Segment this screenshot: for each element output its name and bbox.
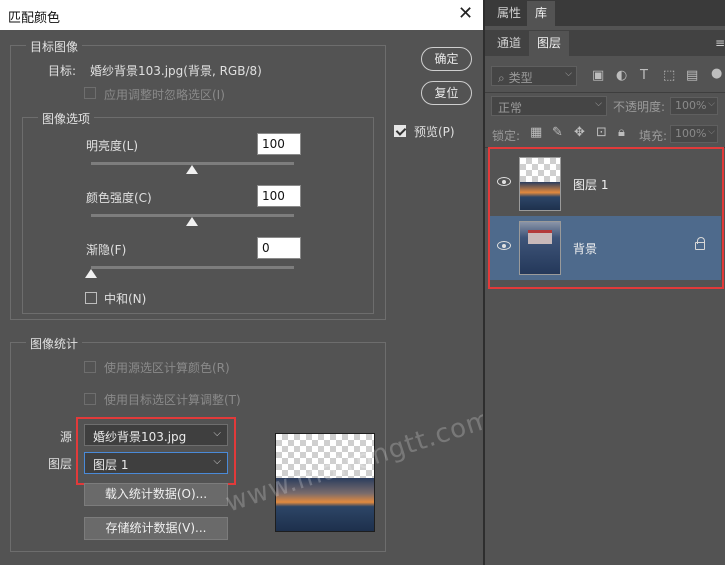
chevron-down-icon: ⌵ — [708, 127, 715, 137]
panel-top-tabbar: 属性 库 — [485, 0, 725, 26]
close-icon[interactable]: ✕ — [458, 4, 473, 24]
neutralize-checkbox[interactable] — [85, 292, 97, 304]
target-label: 目标: — [48, 64, 77, 78]
ignore-selection-label: 应用调整时忽略选区(I) — [104, 88, 225, 102]
fill-label: 填充: — [639, 129, 668, 143]
layer-label: 图层 — [48, 457, 73, 471]
target-value: 婚纱背景103.jpg(背景, RGB/8) — [90, 64, 262, 78]
fade-input[interactable]: 0 — [257, 237, 301, 259]
image-options-group-title: 图像选项 — [38, 110, 95, 127]
search-icon: ⌕ — [498, 71, 505, 85]
layers-panel: 属性 库 通道 图层 ≡ ⌕ 类型 ⌵ ▣ ◐ T ⬚ ▤ ● 正常 ⌵ 不透明… — [483, 0, 725, 565]
luminance-slider-thumb[interactable] — [186, 165, 198, 174]
layers-highlight-box — [488, 147, 724, 289]
image-statistics-group-title: 图像统计 — [26, 335, 83, 352]
match-color-dialog: 匹配颜色 ✕ 目标图像 目标: 婚纱背景103.jpg(背景, RGB/8) 应… — [0, 0, 496, 565]
source-label: 源 — [60, 430, 73, 444]
load-statistics-button[interactable]: 载入统计数据(O)... — [84, 483, 228, 506]
lock-transparent-icon[interactable]: ▦ — [530, 125, 542, 140]
divider — [485, 92, 725, 93]
reset-button[interactable]: 复位 — [421, 81, 472, 105]
type-filter-icon[interactable]: T — [640, 68, 648, 83]
lock-brush-icon[interactable]: ✎ — [552, 125, 563, 140]
target-image-group-title: 目标图像 — [26, 38, 83, 55]
use-source-selection-label: 使用源选区计算颜色(R) — [104, 361, 230, 375]
blend-mode-value: 正常 — [498, 101, 523, 115]
panel-layers-tabbar: 通道 图层 ≡ — [485, 30, 725, 56]
ok-button[interactable]: 确定 — [421, 47, 472, 71]
opacity-label: 不透明度: — [613, 100, 666, 114]
blend-mode-select[interactable]: 正常 ⌵ — [491, 96, 607, 116]
fade-slider-thumb[interactable] — [85, 269, 97, 278]
lock-artboard-icon[interactable]: ⊡ — [596, 125, 607, 140]
ignore-selection-checkbox[interactable] — [84, 87, 96, 99]
tab-properties[interactable]: 属性 — [489, 1, 529, 25]
chevron-down-icon: ⌵ — [708, 99, 715, 109]
luminance-input[interactable]: 100 — [257, 133, 301, 155]
pixel-filter-icon[interactable]: ▣ — [592, 68, 604, 83]
chevron-down-icon: ⌵ — [595, 99, 602, 109]
color-intensity-label: 颜色强度(C) — [86, 191, 152, 205]
neutralize-label: 中和(N) — [104, 292, 147, 306]
lock-position-icon[interactable]: ✥ — [574, 125, 585, 140]
lock-all-icon[interactable]: 🔒︎ — [618, 125, 625, 140]
fill-value: 100% — [675, 127, 707, 140]
tab-channels[interactable]: 通道 — [489, 31, 529, 55]
dialog-title: 匹配颜色 — [8, 11, 61, 26]
use-target-selection-label: 使用目标选区计算调整(T) — [104, 393, 241, 407]
adjustment-filter-icon[interactable]: ◐ — [616, 68, 627, 83]
fade-label: 渐隐(F) — [86, 243, 127, 257]
source-highlight-box — [76, 417, 236, 485]
save-statistics-button[interactable]: 存储统计数据(V)... — [84, 517, 228, 540]
smart-object-filter-icon[interactable]: ▤ — [686, 68, 698, 83]
tab-layers[interactable]: 图层 — [529, 31, 570, 56]
filter-kind-select[interactable]: ⌕ 类型 ⌵ — [491, 66, 577, 86]
chevron-down-icon: ⌵ — [565, 69, 572, 79]
panel-menu-icon[interactable]: ≡ — [715, 36, 725, 50]
lock-label: 锁定: — [492, 129, 521, 143]
fade-slider-track[interactable] — [91, 266, 294, 269]
shape-filter-icon[interactable]: ⬚ — [663, 68, 675, 83]
tab-libraries[interactable]: 库 — [527, 1, 556, 26]
luminance-label: 明亮度(L) — [86, 139, 139, 153]
preview-checkbox[interactable] — [394, 125, 406, 137]
filter-kind-value: 类型 — [508, 71, 533, 85]
color-intensity-slider-thumb[interactable] — [186, 217, 198, 226]
fill-input[interactable]: 100% ⌵ — [670, 125, 718, 143]
use-source-selection-checkbox[interactable] — [84, 361, 96, 373]
filter-toggle-icon[interactable]: ● — [711, 66, 722, 81]
color-intensity-input[interactable]: 100 — [257, 185, 301, 207]
preview-label: 预览(P) — [414, 125, 455, 139]
opacity-input[interactable]: 100% ⌵ — [670, 97, 718, 115]
dialog-titlebar: 匹配颜色 ✕ — [0, 0, 483, 30]
opacity-value: 100% — [675, 99, 707, 112]
use-target-selection-checkbox[interactable] — [84, 393, 96, 405]
